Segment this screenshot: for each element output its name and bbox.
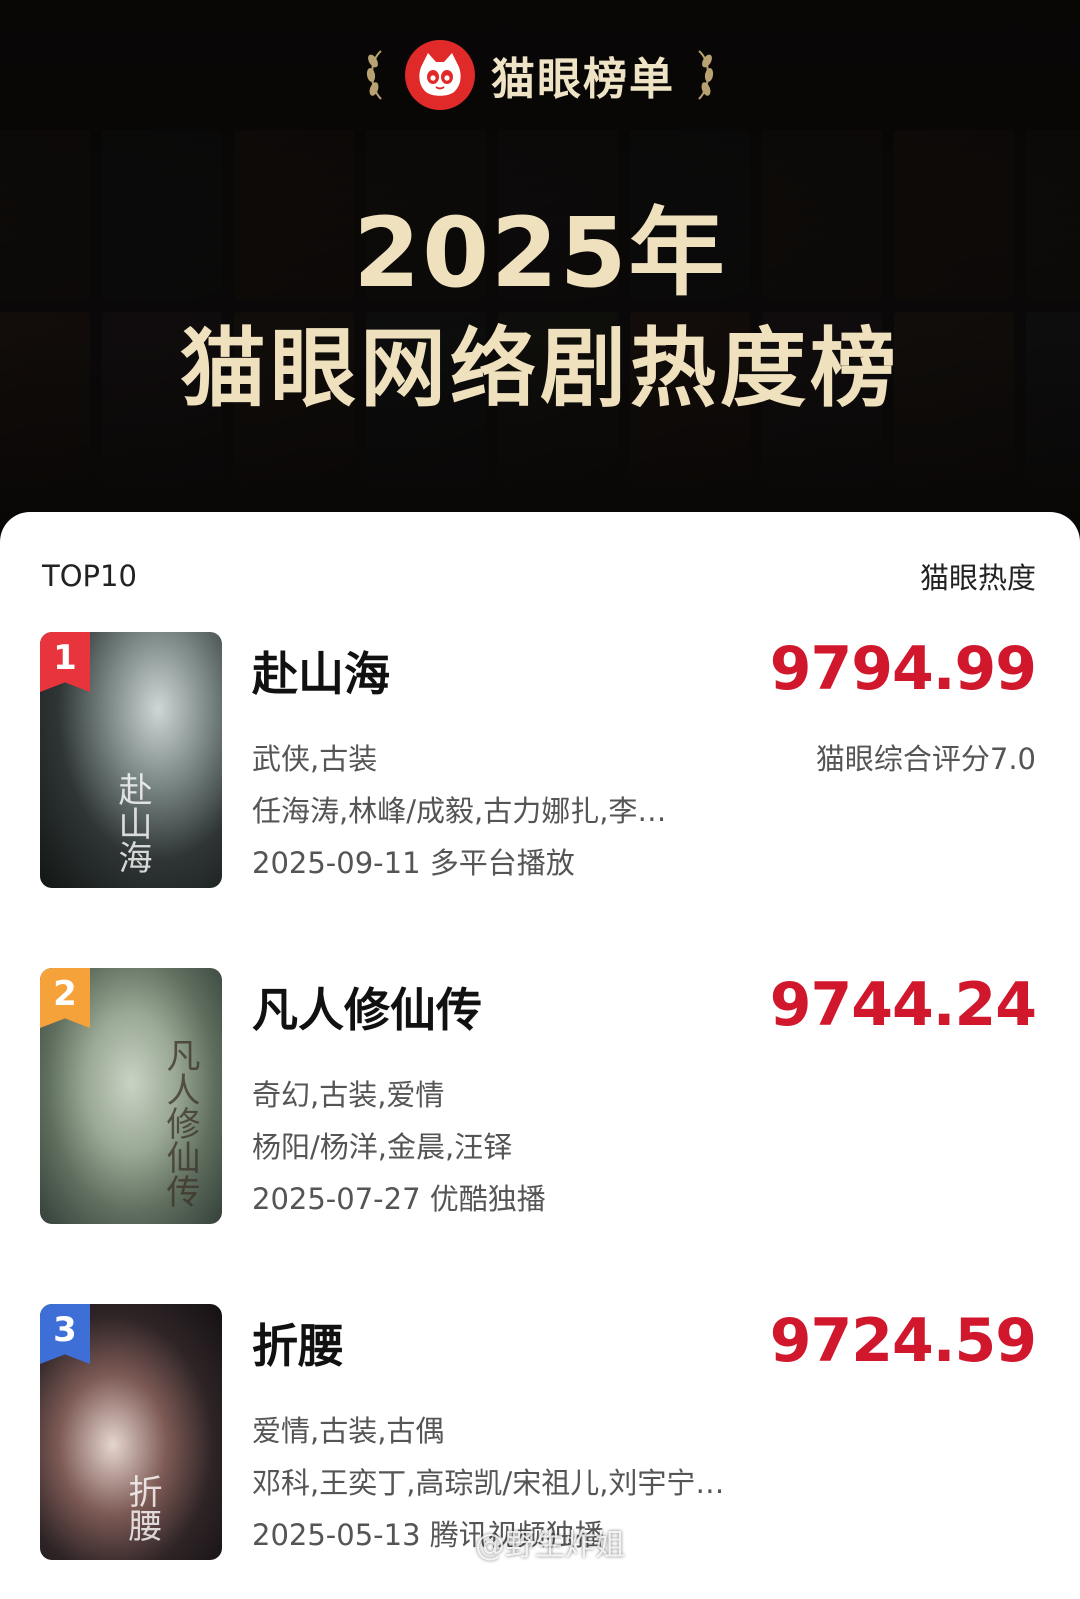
release-info: 2025-09-11 多平台播放 [252,846,575,880]
genres: 武侠,古装 [252,742,378,776]
poster-image[interactable]: 赴山海 1 [40,632,222,888]
laurel-left-icon [366,50,382,100]
show-title[interactable]: 折腰 [252,1310,344,1376]
release-info: 2025-07-27 优酷独播 [252,1182,546,1216]
heat-column-label: 猫眼热度 [919,561,1036,595]
composite-rating: 猫眼综合评分7.0 [815,742,1036,776]
ranking-item-1[interactable]: 赴山海 1 赴山海 9794.99 猫眼综合评分7.0 武侠,古装 任海涛,林峰… [40,632,1037,890]
rank-badge: 1 [40,632,90,692]
cast: 任海涛,林峰/成毅,古力娜扎,李… [252,794,667,828]
brand-lockup: 猫眼榜单 [0,40,1080,110]
heat-score: 9744.24 [769,970,1037,1040]
list-header: TOP10 猫眼热度 [42,556,1036,596]
poster-title-art: 赴山海 [112,772,152,874]
genres: 爱情,古装,古偶 [252,1414,445,1448]
watermark: @野生炸姐 [475,1528,625,1563]
poster-title-art: 折腰 [122,1474,162,1542]
cast: 杨阳/杨洋,金晨,汪铎 [252,1130,513,1164]
genres: 奇幻,古装,爱情 [252,1078,445,1112]
poster-title-art: 凡人修仙传 [160,1038,200,1208]
ranking-card: TOP10 猫眼热度 赴山海 1 赴山海 9794.99 猫眼综合评分7.0 武… [0,512,1080,1599]
poster-image[interactable]: 凡人修仙传 2 [40,968,222,1224]
ranking-item-2[interactable]: 凡人修仙传 2 凡人修仙传 9744.24 奇幻,古装,爱情 杨阳/杨洋,金晨,… [40,968,1037,1226]
cat-logo-icon [405,40,475,110]
poster-image[interactable]: 折腰 3 [40,1304,222,1560]
top10-label: TOP10 [42,559,137,593]
laurel-right-icon [698,50,714,100]
show-title[interactable]: 赴山海 [252,638,390,704]
cast: 邓科,王奕丁,高琮凯/宋祖儿,刘宇宁… [252,1466,725,1500]
rank-badge: 3 [40,1304,90,1364]
heat-score: 9794.99 [769,634,1037,704]
hero-title: 猫眼网络剧热度榜 [180,319,900,419]
hero-banner: 猫眼榜单 2025年 猫眼网络剧热度榜 [0,0,1080,560]
hero-year: 2025年 [353,197,727,309]
heat-score: 9724.59 [769,1306,1037,1376]
rank-badge: 2 [40,968,90,1028]
show-title[interactable]: 凡人修仙传 [252,974,482,1040]
brand-name: 猫眼榜单 [491,54,675,105]
